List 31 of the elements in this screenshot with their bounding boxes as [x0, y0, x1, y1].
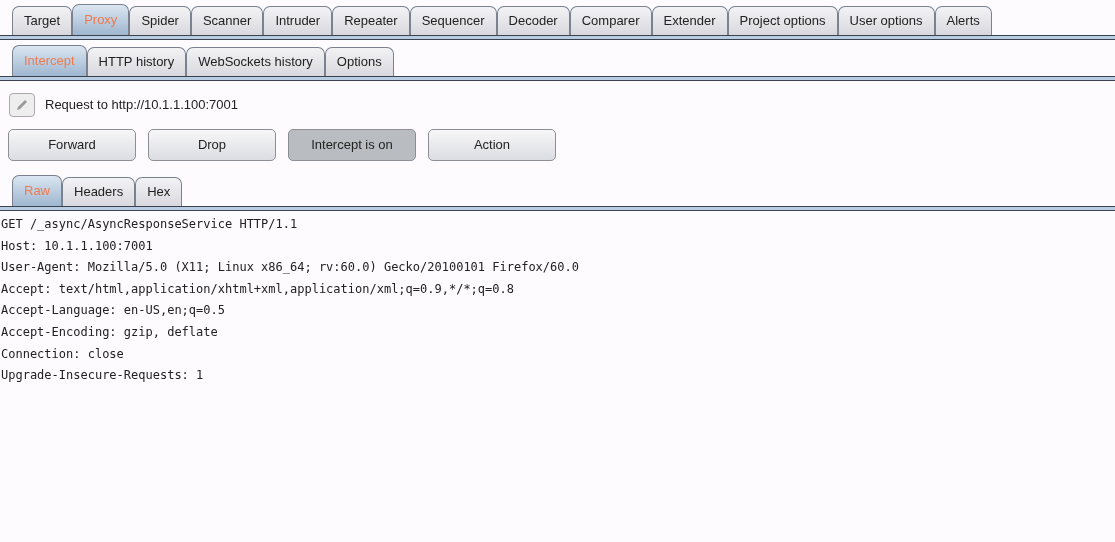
- request-line: Accept: text/html,application/xhtml+xml,application/xml;q=0.9,*/*;q=0.8: [1, 281, 514, 296]
- request-line: Accept-Encoding: gzip, deflate: [1, 324, 218, 339]
- button[interactable]: Action: [428, 129, 556, 161]
- tab[interactable]: Comparer: [569, 6, 652, 35]
- request-line: Connection: close: [1, 346, 124, 361]
- tab[interactable]: Alerts: [934, 6, 992, 35]
- tab[interactable]: Options: [324, 47, 394, 76]
- request-line: Upgrade-Insecure-Requests: 1: [1, 368, 204, 383]
- tab[interactable]: Target: [12, 6, 73, 35]
- button[interactable]: Intercept is on: [288, 129, 416, 161]
- tab[interactable]: Project options: [727, 6, 838, 35]
- tab[interactable]: Headers: [62, 177, 136, 206]
- button[interactable]: Drop: [148, 129, 276, 161]
- request-line: Accept-Language: en-US,en;q=0.5: [1, 303, 225, 318]
- edit-icon[interactable]: [9, 93, 35, 117]
- tab[interactable]: Intruder: [263, 6, 333, 35]
- tab[interactable]: Extender: [651, 6, 728, 35]
- tab[interactable]: User options: [837, 6, 935, 35]
- tab[interactable]: Decoder: [496, 6, 570, 35]
- tab[interactable]: Repeater: [332, 6, 410, 35]
- request-label: Request to http://10.1.1.100:7001: [45, 96, 238, 115]
- request-line: GET /_async/AsyncResponseService HTTP/1.1: [1, 217, 298, 231]
- tab[interactable]: Scanner: [190, 6, 264, 35]
- button[interactable]: Forward: [8, 129, 136, 161]
- tab[interactable]: HTTP history: [86, 47, 187, 76]
- tab[interactable]: WebSockets history: [186, 47, 325, 76]
- request-line: User-Agent: Mozilla/5.0 (X11; Linux x86_64; rv:60.0) Gecko/20100101 Firefox/60.0: [1, 260, 579, 275]
- request-line: Host: 10.1.1.100:7001: [1, 238, 153, 253]
- tab[interactable]: Spider: [129, 6, 191, 35]
- tab[interactable]: Sequencer: [409, 6, 497, 35]
- tab[interactable]: Hex: [135, 177, 183, 206]
